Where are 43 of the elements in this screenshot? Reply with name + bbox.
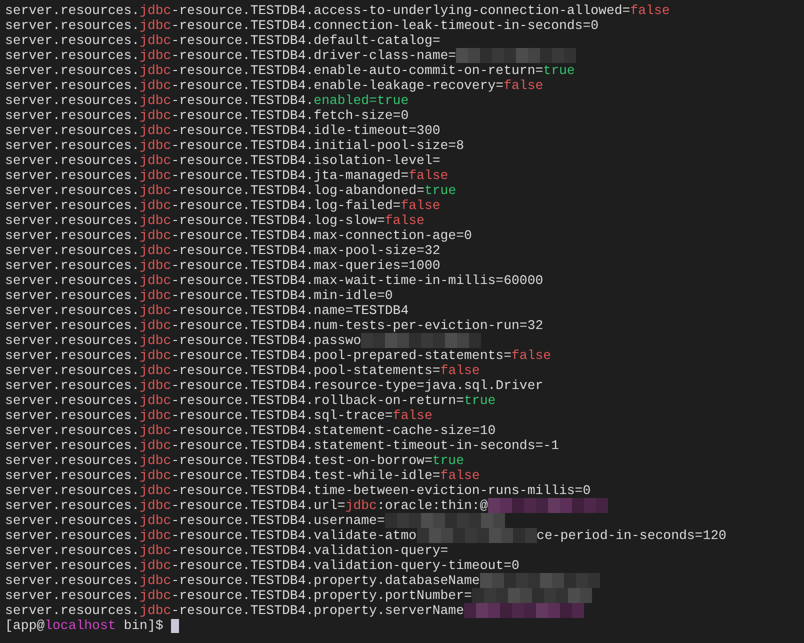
terminal-line: server.resources.jdbc-resource.TESTDB4.username=: [5, 513, 385, 528]
terminal-line: server.resources.jdbc-resource.TESTDB4.default-catalog=: [5, 33, 440, 48]
terminal-line: server.resources.jdbc-resource.TESTDB4.property.portNumber=: [5, 588, 472, 603]
terminal-line: server.resources.jdbc-resource.TESTDB4.rollback-on-return=true: [5, 393, 496, 408]
terminal-line: server.resources.jdbc-resource.TESTDB4.enabled=true: [5, 93, 409, 108]
terminal-line: server.resources.jdbc-resource.TESTDB4.log-slow=false: [5, 213, 424, 228]
terminal-line: server.resources.jdbc-resource.TESTDB4.max-connection-age=0: [5, 228, 472, 243]
terminal-line: server.resources.jdbc-resource.TESTDB4.max-pool-size=32: [5, 243, 440, 258]
terminal-line: server.resources.jdbc-resource.TESTDB4.max-wait-time-in-millis=60000: [5, 273, 544, 288]
terminal-line: server.resources.jdbc-resource.TESTDB4.enable-auto-commit-on-return=true: [5, 63, 575, 78]
terminal-line: server.resources.jdbc-resource.TESTDB4.validation-query-timeout=0: [5, 558, 520, 573]
terminal-line: server.resources.jdbc-resource.TESTDB4.log-failed=false: [5, 198, 440, 213]
terminal-line: server.resources.jdbc-resource.TESTDB4.enable-leakage-recovery=false: [5, 78, 544, 93]
terminal-line: server.resources.jdbc-resource.TESTDB4.log-abandoned=true: [5, 183, 456, 198]
terminal-line: server.resources.jdbc-resource.TESTDB4.pool-statements=false: [5, 363, 480, 378]
terminal-line: server.resources.jdbc-resource.TESTDB4.url=jdbc:oracle:thin:@: [5, 498, 488, 513]
terminal-line: server.resources.jdbc-resource.TESTDB4.resource-type=java.sql.Driver: [5, 378, 544, 393]
terminal-line: server.resources.jdbc-resource.TESTDB4.time-between-eviction-runs-millis=0: [5, 483, 591, 498]
terminal-line: server.resources.jdbc-resource.TESTDB4.test-while-idle=false: [5, 468, 480, 483]
terminal-line: server.resources.jdbc-resource.TESTDB4.passwo: [5, 333, 362, 348]
terminal-line: server.resources.jdbc-resource.TESTDB4.sql-trace=false: [5, 408, 432, 423]
terminal-line: server.resources.jdbc-resource.TESTDB4.min-idle=0: [5, 288, 393, 303]
terminal-line: server.resources.jdbc-resource.TESTDB4.validate-atmo: [5, 528, 417, 543]
terminal-line: server.resources.jdbc-resource.TESTDB4.connection-leak-timeout-in-seconds=0: [5, 18, 599, 33]
terminal-line: server.resources.jdbc-resource.TESTDB4.initial-pool-size=8: [5, 138, 464, 153]
shell-prompt: [app@localhost bin]$: [5, 618, 164, 633]
terminal-line: server.resources.jdbc-resource.TESTDB4.idle-timeout=300: [5, 123, 440, 138]
terminal-line: server.resources.jdbc-resource.TESTDB4.max-queries=1000: [5, 258, 440, 273]
terminal-line: server.resources.jdbc-resource.TESTDB4.statement-timeout-in-seconds=-1: [5, 438, 559, 453]
terminal-line: server.resources.jdbc-resource.TESTDB4.jta-managed=false: [5, 168, 448, 183]
terminal-line: server.resources.jdbc-resource.TESTDB4.property.serverName: [5, 603, 464, 618]
terminal-line: server.resources.jdbc-resource.TESTDB4.validation-query=: [5, 543, 448, 558]
terminal-line: server.resources.jdbc-resource.TESTDB4.statement-cache-size=10: [5, 423, 496, 438]
terminal-line: server.resources.jdbc-resource.TESTDB4.pool-prepared-statements=false: [5, 348, 552, 363]
terminal-line: server.resources.jdbc-resource.TESTDB4.property.databaseName: [5, 573, 480, 588]
terminal-line: server.resources.jdbc-resource.TESTDB4.test-on-borrow=true: [5, 453, 464, 468]
terminal-line: server.resources.jdbc-resource.TESTDB4.fetch-size=0: [5, 108, 409, 123]
terminal-line: server.resources.jdbc-resource.TESTDB4.driver-class-name=: [5, 48, 456, 63]
terminal-line: ce-period-in-seconds=120: [536, 528, 726, 543]
terminal-line: server.resources.jdbc-resource.TESTDB4.name=TESTDB4: [5, 303, 409, 318]
terminal-line: server.resources.jdbc-resource.TESTDB4.isolation-level=: [5, 153, 440, 168]
terminal-line: server.resources.jdbc-resource.TESTDB4.access-to-underlying-connection-allowed=false: [5, 3, 670, 18]
terminal-line: server.resources.jdbc-resource.TESTDB4.num-tests-per-eviction-run=32: [5, 318, 544, 333]
